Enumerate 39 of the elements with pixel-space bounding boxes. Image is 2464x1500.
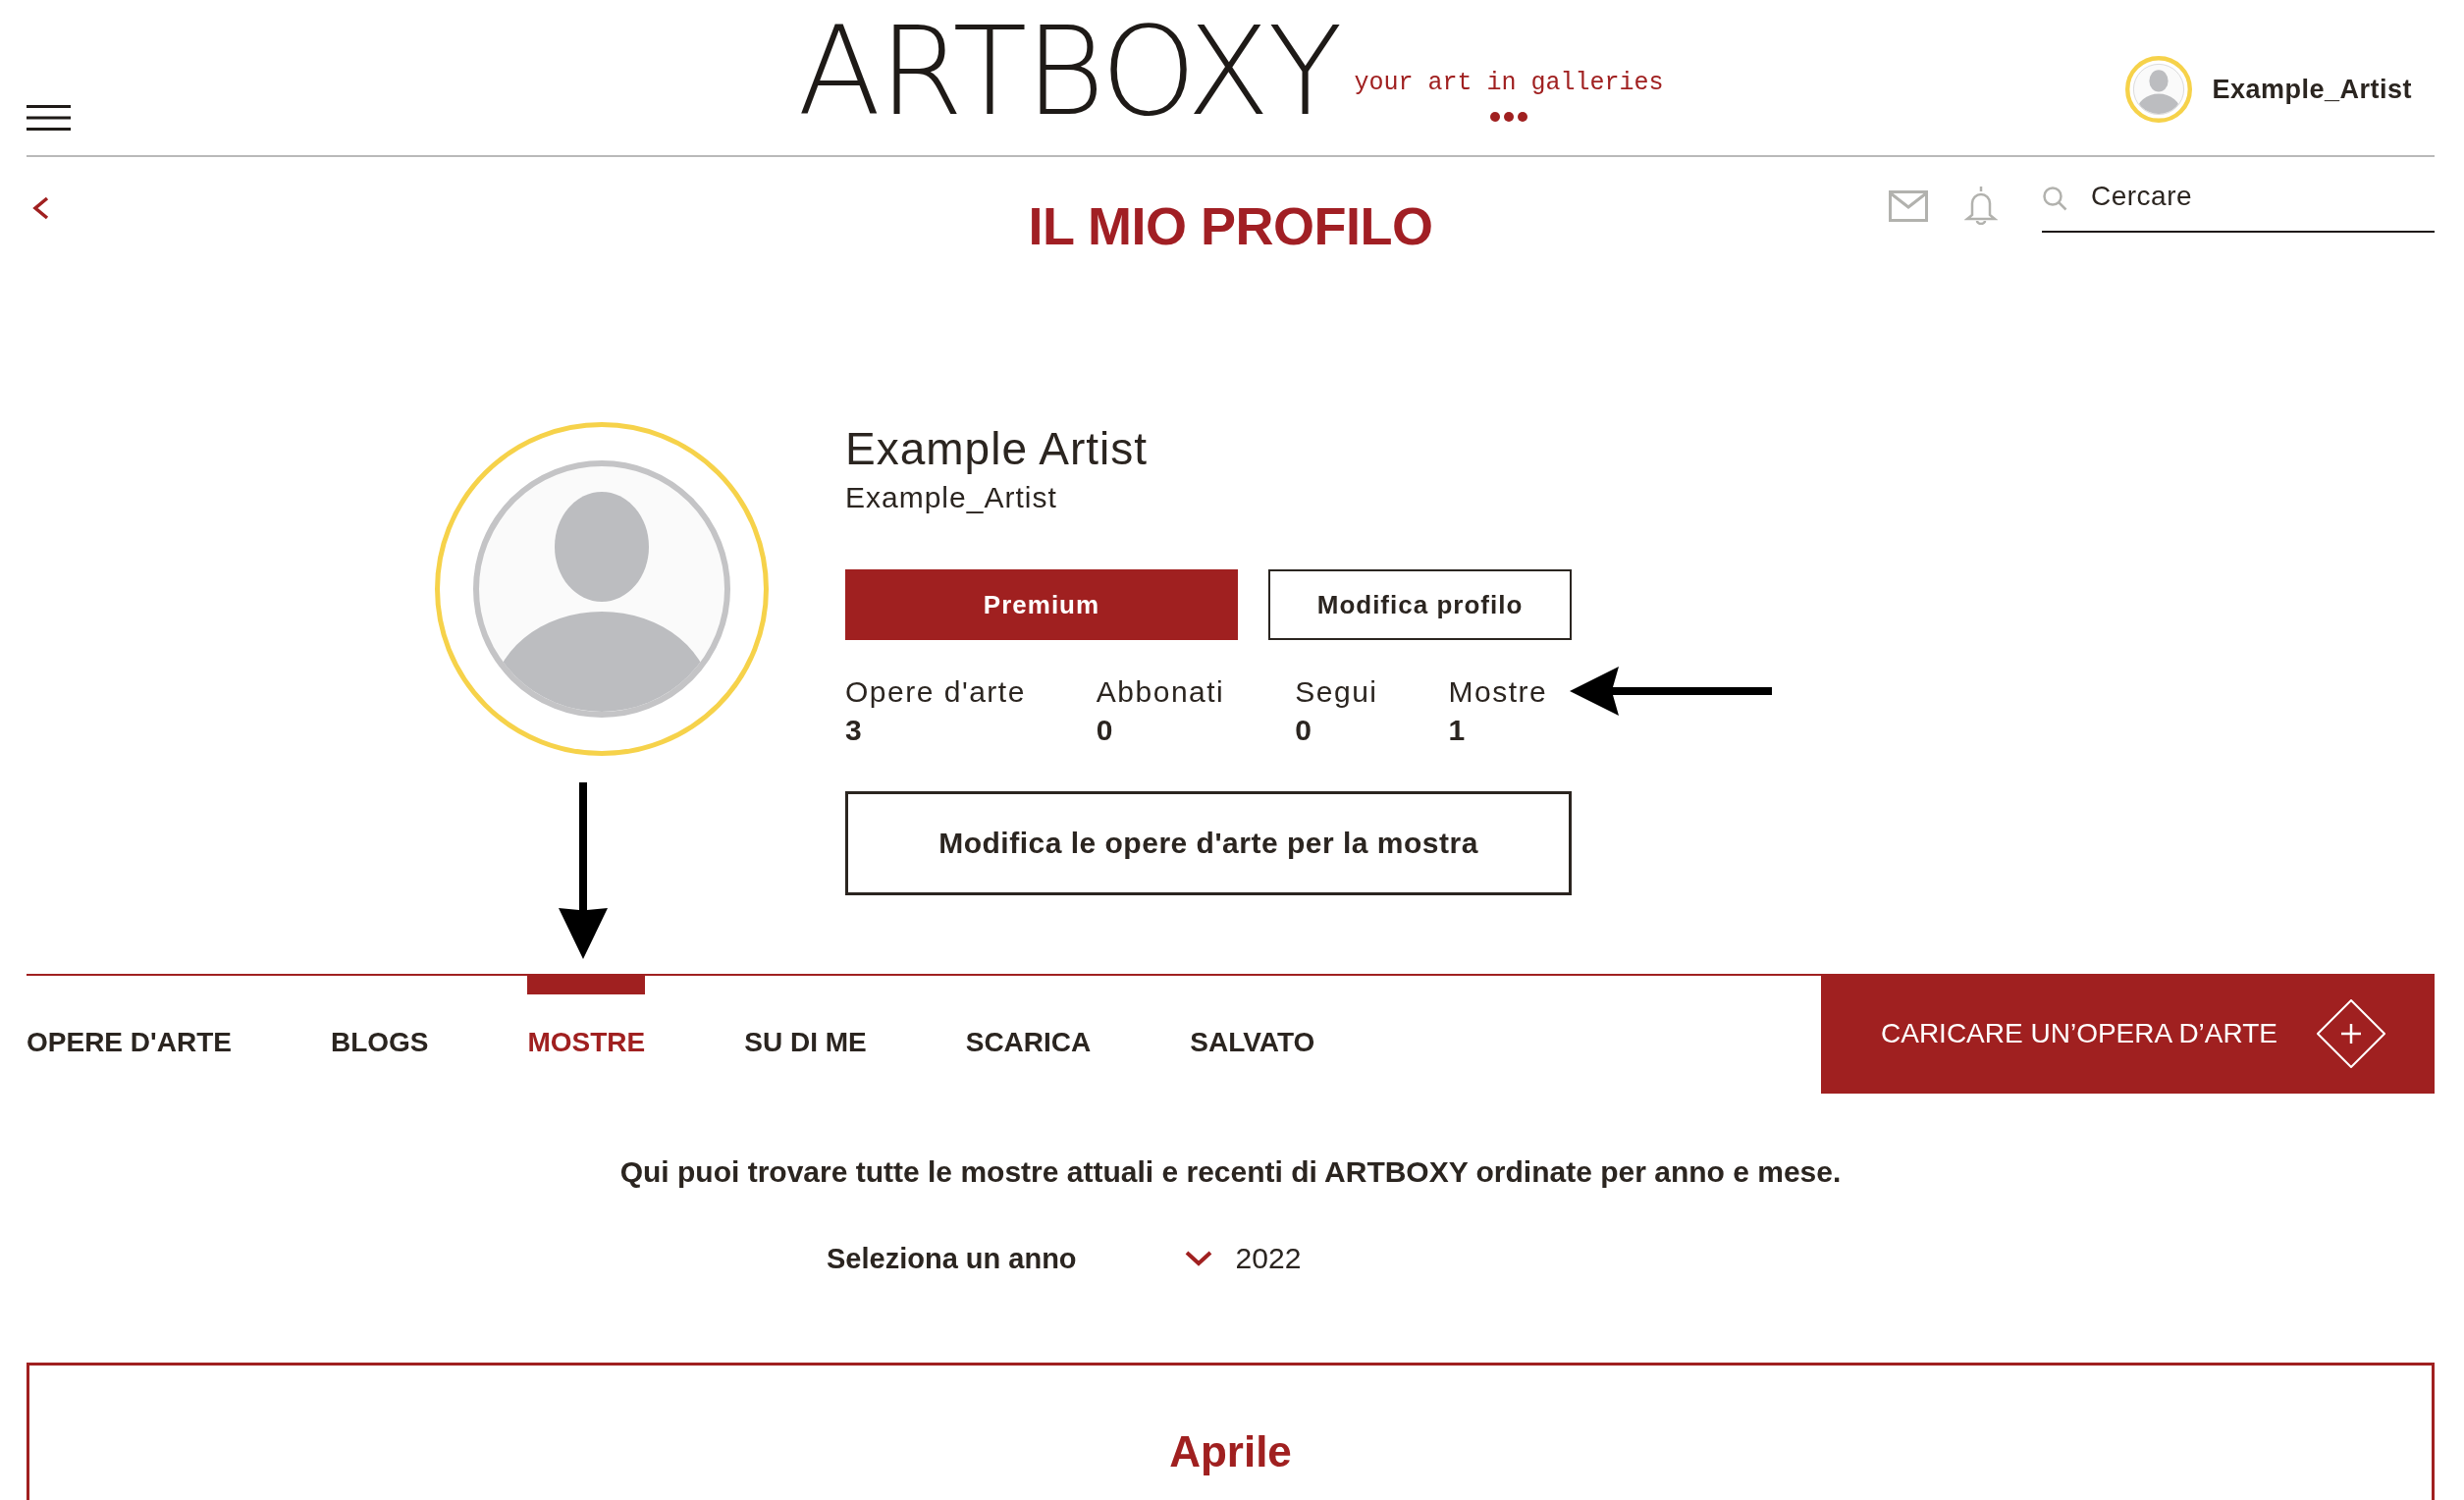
logo-tagline: your art in galleries (1354, 69, 1664, 98)
logo-wordmark[interactable]: ARTBOXY (797, 22, 1341, 122)
chevron-down-icon (1184, 1251, 1212, 1266)
profile-tab[interactable]: BLOGS (330, 976, 429, 1057)
stat-label: Mostre (1448, 677, 1548, 707)
back-icon[interactable] (31, 196, 50, 220)
stat-label: Abbonati (1096, 677, 1225, 707)
month-title: Aprile (1168, 1426, 1293, 1477)
avatar-icon[interactable] (2125, 56, 2193, 123)
stat-value: 3 (845, 716, 862, 745)
upload-artwork-button[interactable]: CARICARE UN’OPERA D’ARTE (1821, 974, 2435, 1094)
bell-icon[interactable] (1964, 186, 1998, 225)
stat-label: Opere d'arte (845, 677, 1026, 707)
year-select-label: Seleziona un anno (827, 1242, 1077, 1275)
profile-tab[interactable]: SCARICA (965, 976, 1092, 1057)
mail-icon[interactable] (1889, 190, 1928, 222)
left-arrow-icon (1570, 667, 1772, 716)
search-field[interactable]: Cercare (2091, 175, 2435, 218)
profile-tab[interactable]: SALVATO (1190, 976, 1315, 1057)
premium-button[interactable]: Premium (845, 569, 1238, 640)
account-username[interactable]: Example_Artist (2212, 74, 2412, 105)
profile-tab[interactable]: OPERE D'ARTE (27, 976, 232, 1057)
profile-tab[interactable]: SU DI ME (744, 976, 867, 1057)
edit-profile-button[interactable]: Modifica profilo (1268, 569, 1572, 640)
plus-diamond-icon (2317, 999, 2385, 1068)
dots-icon (1490, 112, 1528, 122)
profile-username: Example_Artist (845, 483, 1057, 512)
search-icon (2042, 186, 2067, 211)
edit-exhibition-artworks-button[interactable]: Modifica le opere d'arte per la mostra (845, 791, 1572, 895)
year-dropdown[interactable]: 2022 (1184, 1242, 1302, 1275)
stat-value: 0 (1096, 716, 1113, 745)
stat-value: 0 (1295, 716, 1312, 745)
stat-label: Segui (1295, 677, 1378, 707)
menu-icon[interactable] (27, 105, 71, 131)
page-title: IL MIO PROFILO (1028, 195, 1433, 257)
stat-value: 1 (1448, 716, 1466, 745)
profile-tab[interactable]: MOSTRE (527, 976, 646, 1057)
down-arrow-icon (559, 782, 608, 959)
exhibitions-intro: Qui puoi trovare tutte le mostre attuali e recenti di ARTBOXY ordinate per anno e mese. (618, 1155, 1843, 1189)
